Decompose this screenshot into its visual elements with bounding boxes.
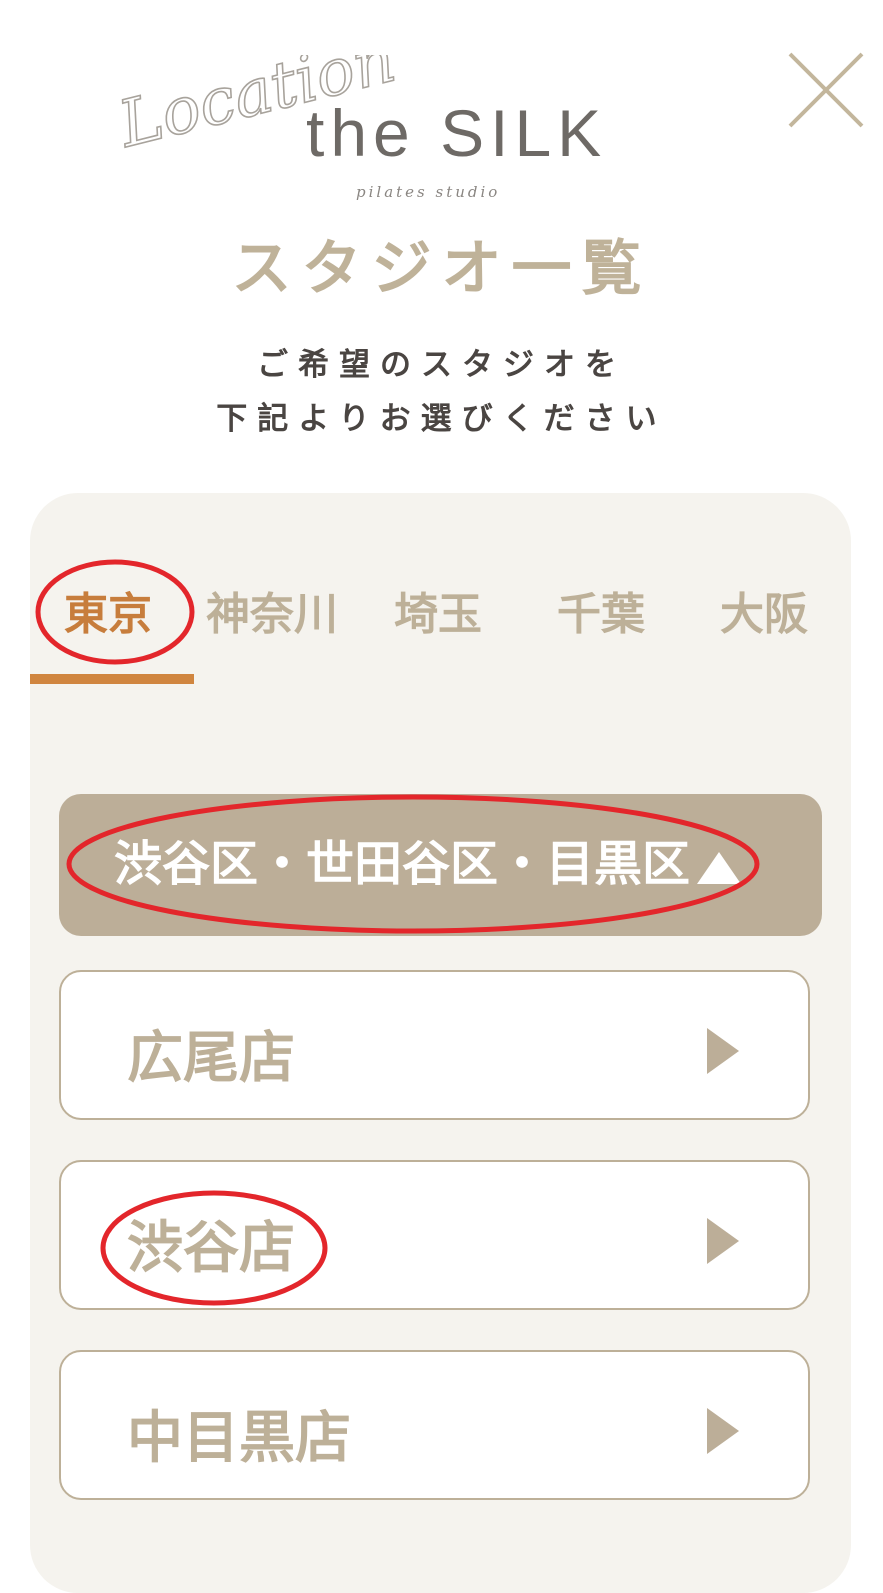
store-card-shibuya[interactable]: 渋谷店 <box>59 1160 822 1320</box>
triangle-right-icon <box>707 1408 739 1454</box>
store-card-nakameguro[interactable]: 中目黒店 <box>59 1350 822 1510</box>
tab-saitama[interactable]: 埼玉 <box>394 585 482 645</box>
store-name: 渋谷店 <box>127 1216 295 1281</box>
store-name: 中目黒店 <box>127 1406 351 1471</box>
instruction-text: ご希望のスタジオを 下記よりお選びください <box>0 338 883 446</box>
active-tab-underline <box>30 674 194 684</box>
store-name: 広尾店 <box>127 1026 295 1091</box>
triangle-up-icon <box>697 852 741 884</box>
tab-tokyo[interactable]: 東京 <box>64 585 152 645</box>
page-title: スタジオ一覧 <box>231 234 652 304</box>
close-button[interactable] <box>786 50 866 130</box>
region-accordion-header[interactable]: 渋谷区・世田谷区・目黒区 <box>59 794 822 936</box>
close-icon <box>788 52 864 128</box>
tab-osaka[interactable]: 大阪 <box>720 585 808 645</box>
tab-kanagawa[interactable]: 神奈川 <box>206 585 338 645</box>
region-label: 渋谷区・世田谷区・目黒区 <box>114 836 691 892</box>
logo-main-text: the SILK <box>306 96 608 170</box>
store-card-hiroo[interactable]: 広尾店 <box>59 970 822 1130</box>
instruction-line-1: ご希望のスタジオを <box>257 347 626 383</box>
triangle-right-icon <box>707 1218 739 1264</box>
logo-subtitle: pilates studio <box>356 183 501 201</box>
brand-logo: Location the SILK pilates studio <box>120 55 601 215</box>
triangle-right-icon <box>707 1028 739 1074</box>
tab-chiba[interactable]: 千葉 <box>557 585 645 645</box>
instruction-line-2: 下記よりお選びください <box>216 401 667 437</box>
prefecture-tabs: 東京 神奈川 埼玉 千葉 大阪 <box>30 575 851 685</box>
